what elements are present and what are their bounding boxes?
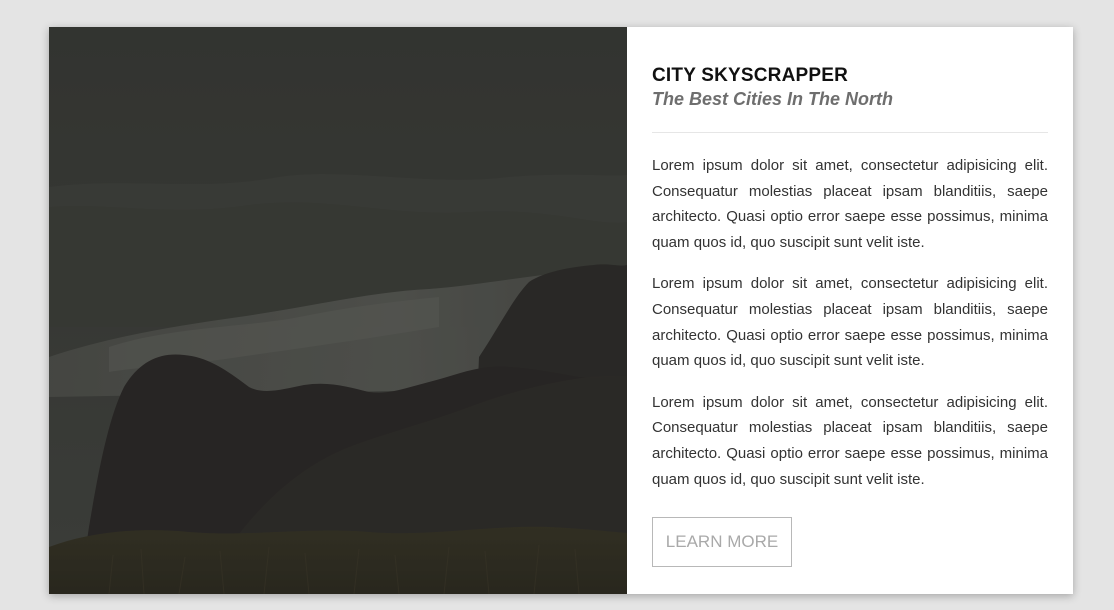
mountain-landscape-image [49,27,627,594]
page: CITY SKYSCRAPPER The Best Cities In The … [0,0,1114,610]
body-paragraph: Lorem ipsum dolor sit amet, consectetur … [652,275,1048,370]
card-title: CITY SKYSCRAPPER [652,65,849,86]
body-paragraph: Lorem ipsum dolor sit amet, consectetur … [652,157,1048,251]
divider [652,132,1048,133]
body-paragraph: Lorem ipsum dolor sit amet, consectetur … [652,393,1048,488]
card-body: Lorem ipsum dolor sit amet, consectetur … [652,153,1048,508]
feature-card: CITY SKYSCRAPPER The Best Cities In The … [49,27,1073,594]
content-panel: CITY SKYSCRAPPER The Best Cities In The … [627,27,1073,594]
learn-more-button[interactable]: LEARN MORE [652,517,792,567]
card-subtitle: The Best Cities In The North [652,89,894,109]
